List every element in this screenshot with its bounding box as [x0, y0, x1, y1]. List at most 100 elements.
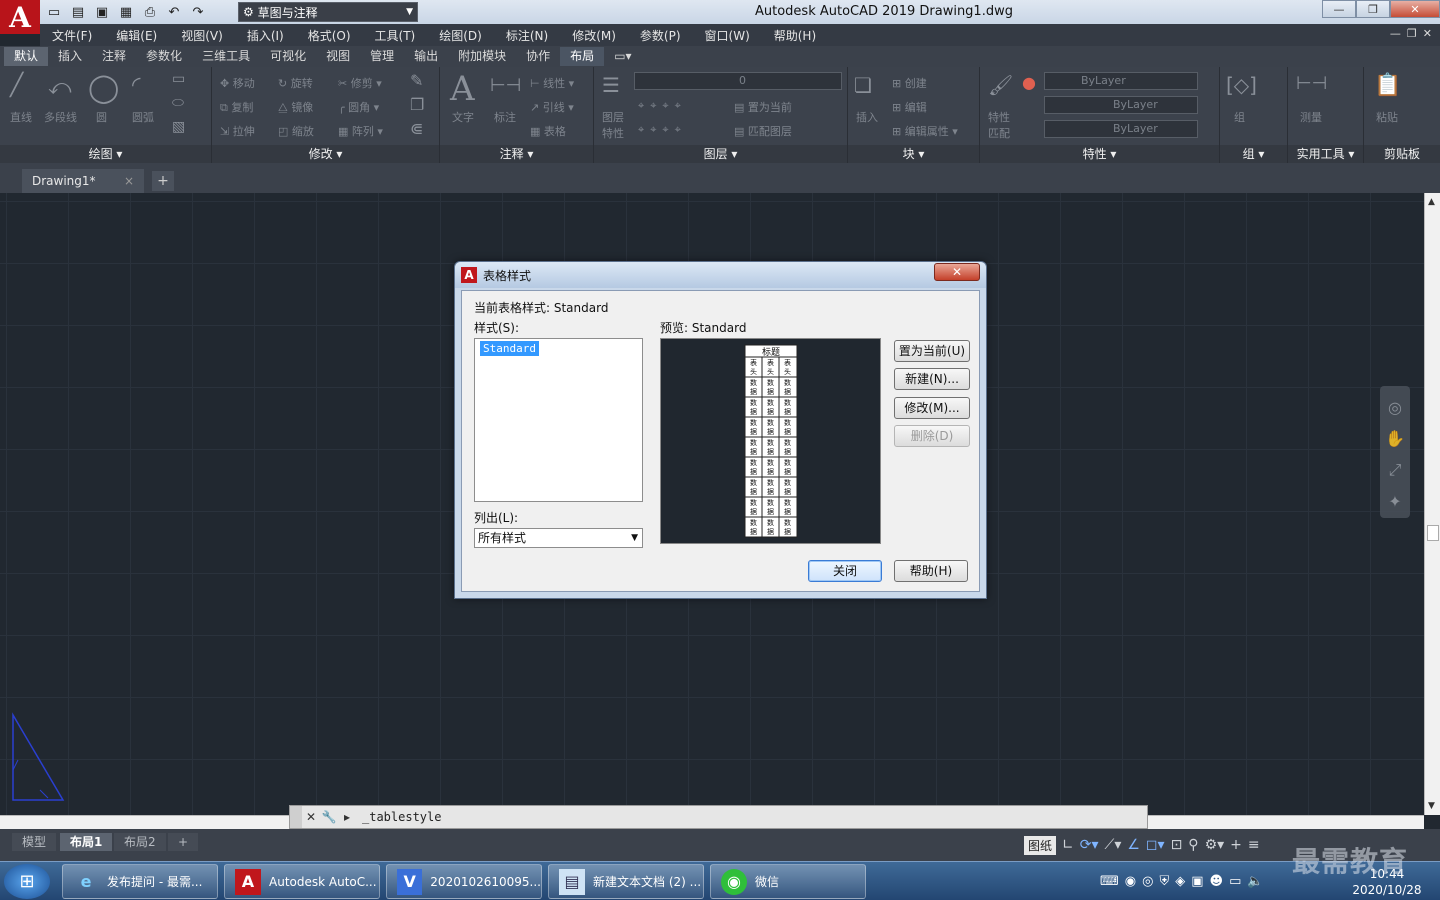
lineweight-dropdown[interactable]: ByLayer — [1044, 120, 1198, 138]
panel-clipboard-title[interactable]: 剪贴板 — [1364, 145, 1440, 163]
selection-cycling-icon[interactable]: ⊡ — [1171, 837, 1183, 853]
menu-tools[interactable]: 工具(T) — [363, 27, 428, 44]
tab-insert[interactable]: 插入 — [48, 47, 92, 66]
doc-tab-drawing1[interactable]: Drawing1* × — [22, 169, 144, 193]
volume-icon[interactable]: 🔈 — [1247, 874, 1263, 889]
qq-icon[interactable]: ☻ — [1210, 874, 1224, 889]
tool-text[interactable]: 文字 — [452, 109, 474, 125]
command-text[interactable]: _tablestyle — [362, 810, 441, 824]
new-tab-button[interactable]: + — [152, 171, 174, 191]
command-line[interactable]: ✕ 🔧 ▸ _tablestyle — [289, 805, 1148, 829]
workspace-gear-icon[interactable]: ⚙▾ — [1205, 837, 1225, 853]
panel-layers-title[interactable]: 图层 ▾ — [594, 145, 847, 163]
panel-block-title[interactable]: 块 ▾ — [848, 145, 979, 163]
taskbar-item-autocad[interactable]: A Autodesk AutoC... — [224, 864, 380, 899]
tool-edit-block[interactable]: ⊞ 编辑 — [892, 99, 927, 115]
style-item-standard[interactable]: Standard — [480, 341, 539, 356]
tool-layer-properties[interactable]: 图层特性 — [602, 109, 632, 141]
customize-menu-icon[interactable]: ≡ — [1248, 837, 1260, 853]
close-tab-icon[interactable]: × — [124, 169, 134, 193]
tab-collaborate[interactable]: 协作 — [516, 47, 560, 66]
tool-table[interactable]: ▦ 表格 — [530, 123, 566, 139]
isodraft-icon[interactable]: ⟋▾ — [1105, 837, 1122, 853]
annotation-scale-icon[interactable]: ⚲ — [1188, 837, 1198, 853]
modify-style-button[interactable]: 修改(M)... — [894, 397, 970, 419]
taskbar-item-document[interactable]: V 2020102610095... — [386, 864, 542, 899]
open-folder-icon[interactable]: ▤ — [68, 3, 88, 21]
tool-linear[interactable]: ⊢ 线性 ▾ — [530, 75, 574, 91]
tab-3d-tools[interactable]: 三维工具 — [192, 47, 260, 66]
vertical-scrollbar[interactable]: ▲ ▼ — [1424, 193, 1440, 815]
workspace-selector[interactable]: ⚙ 草图与注释 ▼ — [238, 2, 418, 22]
add-icon[interactable]: + — [1230, 837, 1242, 853]
list-filter-select[interactable]: 所有样式 ▼ — [474, 528, 643, 548]
antivirus-icon[interactable]: ◎ — [1142, 874, 1153, 889]
help-button[interactable]: 帮助(H) — [894, 560, 968, 582]
orbit-icon[interactable]: ✦ — [1380, 492, 1410, 511]
tool-match-properties[interactable]: 特性匹配 — [988, 109, 1016, 141]
zoom-extents-icon[interactable]: ⤢ — [1380, 460, 1410, 480]
tab-layout1[interactable]: 布局1 — [60, 833, 113, 851]
color-dropdown[interactable]: ByLayer — [1044, 72, 1198, 90]
wechat-tray-icon[interactable]: ◉ — [1125, 874, 1136, 889]
redo-icon[interactable]: ↷ — [188, 3, 208, 21]
close-command-icon[interactable]: ✕ — [302, 810, 320, 824]
tool-stretch[interactable]: ⇲ 拉伸 — [220, 123, 255, 139]
tool-match-layer[interactable]: ▤ 匹配图层 — [734, 123, 792, 139]
close-window-button[interactable]: ✕ — [1390, 0, 1440, 18]
menu-help[interactable]: 帮助(H) — [762, 27, 828, 44]
maximize-button[interactable]: ❐ — [1356, 0, 1390, 18]
polar-tracking-icon[interactable]: ⟳▾ — [1080, 837, 1099, 853]
tool-move[interactable]: ✥ 移动 — [220, 75, 255, 91]
dialog-title-bar[interactable]: A 表格样式 ✕ — [455, 262, 986, 288]
scroll-up-icon[interactable]: ▲ — [1428, 197, 1435, 207]
doc-restore-icon[interactable]: ❐ — [1407, 27, 1417, 40]
menu-parametric[interactable]: 参数(P) — [628, 27, 693, 44]
autocad-logo-button[interactable]: A — [0, 0, 40, 34]
menu-view[interactable]: 视图(V) — [169, 27, 235, 44]
panel-properties-title[interactable]: 特性 ▾ — [980, 145, 1219, 163]
doc-close-icon[interactable]: ✕ — [1423, 27, 1432, 40]
dialog-close-button[interactable]: ✕ — [934, 263, 980, 281]
taskbar-item-ie[interactable]: e 发布提问 - 最需... — [62, 864, 218, 899]
new-file-icon[interactable]: ▭ — [44, 3, 64, 21]
undo-icon[interactable]: ↶ — [164, 3, 184, 21]
paper-space-toggle[interactable]: 图纸 — [1024, 835, 1057, 855]
delete-style-button[interactable]: 删除(D) — [894, 425, 970, 447]
panel-utilities-title[interactable]: 实用工具 ▾ — [1288, 145, 1363, 163]
tool-trim[interactable]: ✂ 修剪 ▾ — [338, 75, 382, 91]
command-line-grip[interactable] — [290, 806, 302, 828]
tab-default[interactable]: 默认 — [4, 47, 49, 66]
tool-mirror[interactable]: ⧋ 镜像 — [278, 99, 313, 115]
styles-list[interactable]: Standard — [474, 338, 643, 502]
menu-dimension[interactable]: 标注(N) — [494, 27, 560, 44]
layer-dropdown[interactable]: 0 — [634, 72, 842, 90]
navigation-bar[interactable]: ◎ ✋ ⤢ ✦ — [1380, 386, 1410, 518]
tool-circle[interactable]: 圆 — [96, 109, 107, 125]
scroll-down-icon[interactable]: ▼ — [1428, 801, 1435, 811]
tool-leader[interactable]: ↗ 引线 ▾ — [530, 99, 574, 115]
tool-insert[interactable]: 插入 — [856, 109, 878, 125]
shield-icon[interactable]: ⛨ — [1159, 874, 1169, 889]
layer-tools-row1-icon[interactable]: ⌖⌖⌖⌖ — [638, 99, 687, 113]
save-icon[interactable]: ▣ — [92, 3, 112, 21]
erase-icon[interactable]: ✎ — [410, 71, 423, 90]
offset-icon[interactable]: ⋐ — [410, 119, 423, 138]
tool-set-current[interactable]: ▤ 置为当前 — [734, 99, 792, 115]
set-current-button[interactable]: 置为当前(U) — [894, 340, 970, 362]
tab-manage[interactable]: 管理 — [360, 47, 404, 66]
linetype-dropdown[interactable]: ByLayer — [1044, 96, 1198, 114]
ortho-icon[interactable]: ∟ — [1062, 837, 1074, 853]
taskbar-item-wechat[interactable]: ◉ 微信 — [710, 864, 866, 899]
tool-rotate[interactable]: ↻ 旋转 — [278, 75, 313, 91]
start-button[interactable]: ⊞ — [4, 864, 50, 899]
nvidia-icon[interactable]: ▣ — [1191, 874, 1203, 889]
tool-group[interactable]: 组 — [1234, 109, 1245, 125]
menu-edit[interactable]: 编辑(E) — [104, 27, 169, 44]
tool-dimension[interactable]: 标注 — [494, 109, 516, 125]
minimize-button[interactable]: — — [1322, 0, 1356, 18]
steering-wheel-icon[interactable]: ◎ — [1380, 398, 1410, 417]
tool-arc[interactable]: 圆弧 — [132, 109, 154, 125]
customize-wrench-icon[interactable]: 🔧 — [320, 810, 338, 824]
new-style-button[interactable]: 新建(N)... — [894, 368, 970, 390]
